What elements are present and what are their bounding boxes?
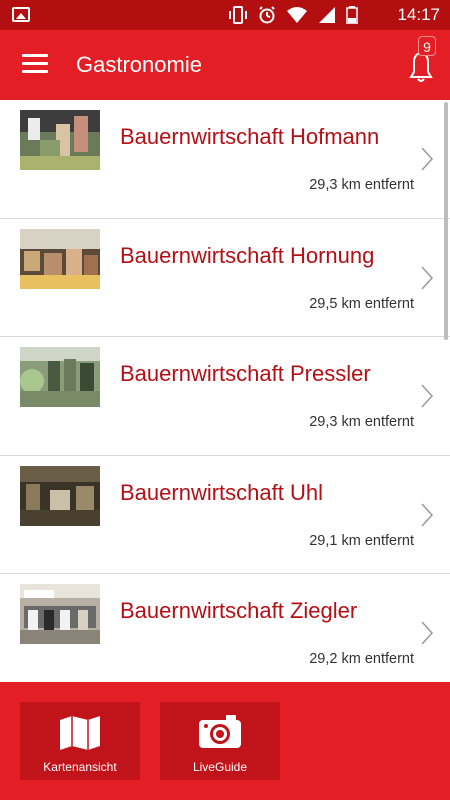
list-scrollbar[interactable] [444,102,448,340]
status-bar: 14:17 [0,0,450,30]
thumbnail-image [20,228,100,289]
map-view-button[interactable]: Kartenansicht [20,702,140,780]
liveguide-label: LiveGuide [192,760,248,774]
restaurant-name: Bauernwirtschaft Pressler [120,361,371,386]
thumbnail-image [20,465,100,526]
restaurant-name: Bauernwirtschaft Hofmann [120,124,380,149]
restaurant-name: Bauernwirtschaft Uhl [120,479,323,505]
clock: 14:17 [397,5,440,24]
distance-label: 29,3 km entfernt [309,414,414,430]
list-item[interactable]: Bauernwirtschaft Ziegler 29,2 km entfern… [0,574,450,682]
distance-label: 29,3 km entfernt [309,177,414,193]
signal-icon [319,7,335,23]
wifi-icon [287,7,307,23]
vibrate-icon [229,6,247,24]
chevron-right-icon [421,621,434,645]
list-item[interactable]: Bauernwirtschaft Pressler 29,3 km entfer… [0,337,450,456]
chevron-right-icon [421,384,434,408]
chevron-right-icon [421,502,434,527]
alarm-icon [259,6,275,24]
camera-icon [199,715,241,748]
restaurant-name: Bauernwirtschaft Ziegler [120,598,358,623]
thumbnail-image [20,110,100,170]
notification-badge: 9 [418,36,436,56]
list-item[interactable]: Bauernwirtschaft Hofmann 29,3 km entfern… [0,100,450,219]
restaurant-name: Bauernwirtschaft Hornung [120,242,375,268]
distance-label: 29,2 km entfernt [309,651,414,667]
status-icons [228,6,358,24]
distance-label: 29,1 km entfernt [309,532,414,549]
chevron-right-icon [421,265,434,290]
liveguide-button[interactable]: LiveGuide [160,702,280,780]
image-notification-icon [12,7,30,22]
thumbnail-image [20,347,100,407]
battery-icon [346,6,358,24]
map-icon [60,716,100,750]
distance-label: 29,5 km entfernt [309,295,414,312]
list-item[interactable]: Bauernwirtschaft Uhl 29,1 km entfernt [0,456,450,574]
page-title: Gastronomie [76,52,202,77]
list-item[interactable]: Bauernwirtschaft Hornung 29,5 km entfern… [0,219,450,337]
map-view-label: Kartenansicht [43,760,117,774]
chevron-right-icon [421,147,434,171]
bottom-bar: Kartenansicht LiveGuide [0,682,450,800]
restaurant-list: Bauernwirtschaft Hofmann 29,3 km entfern… [0,100,450,682]
thumbnail-image [20,584,100,644]
hamburger-menu-icon[interactable] [22,54,48,74]
app-bar: Gastronomie 9 [0,30,450,100]
